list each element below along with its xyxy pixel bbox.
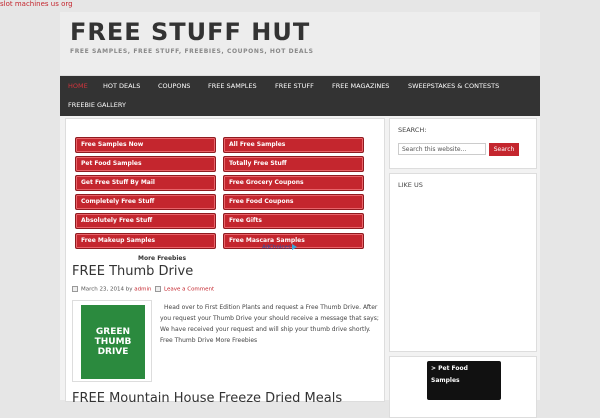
ad-link-pet-food-samples[interactable]: Pet Food Samples xyxy=(75,156,216,172)
ad-link-get-free-stuff-by-mail[interactable]: Get Free Stuff By Mail xyxy=(75,175,216,191)
ad-link-completely-free-stuff[interactable]: Completely Free Stuff xyxy=(75,194,216,210)
adchoices-label: AdChoices xyxy=(262,244,291,251)
search-widget-title: SEARCH: xyxy=(398,126,427,134)
search-input[interactable]: Search this website... xyxy=(398,143,486,155)
calendar-icon xyxy=(72,286,78,292)
top-link[interactable]: slot machines us org xyxy=(0,0,73,8)
ad-link-free-grocery-coupons[interactable]: Free Grocery Coupons xyxy=(223,175,364,191)
adchoices-badge[interactable]: AdChoices xyxy=(262,244,297,251)
post-title-2[interactable]: FREE Mountain House Freeze Dried Meals xyxy=(72,391,342,406)
nav-item-home[interactable]: HOME xyxy=(68,82,88,90)
leave-comment-link[interactable]: Leave a Comment xyxy=(164,287,214,293)
nav-item-coupons[interactable]: COUPONS xyxy=(158,82,190,90)
thumb-drive-image: GREEN THUMB DRIVE xyxy=(81,305,145,379)
search-button[interactable]: Search xyxy=(489,143,519,156)
nav-item-sweepstakes[interactable]: SWEEPSTAKES & CONTESTS xyxy=(408,82,499,90)
ad-link-free-makeup-samples[interactable]: Free Makeup Samples xyxy=(75,233,216,249)
main-nav: HOME HOT DEALS COUPONS FREE SAMPLES FREE… xyxy=(60,76,540,116)
thumb-line: GREEN xyxy=(95,327,131,337)
ad-link-absolutely-free-stuff[interactable]: Absolutely Free Stuff xyxy=(75,213,216,229)
like-us-widget: LIKE US xyxy=(389,173,537,352)
like-us-title: LIKE US xyxy=(398,181,423,189)
post-title[interactable]: FREE Thumb Drive xyxy=(72,264,193,279)
comment-icon xyxy=(155,286,161,292)
ad-link-free-samples-now[interactable]: Free Samples Now xyxy=(75,137,216,153)
search-widget: SEARCH: Search this website... Search xyxy=(389,118,537,169)
post-meta: March 23, 2014 by admin Leave a Comment xyxy=(72,286,214,293)
site-title[interactable]: FREE STUFF HUT xyxy=(70,18,310,46)
post-excerpt: Head over to First Edition Plants and re… xyxy=(160,304,379,344)
nav-item-hot-deals[interactable]: HOT DEALS xyxy=(103,82,140,90)
popup-link-pet-food-samples[interactable]: > Pet Food Samples xyxy=(431,363,497,387)
nav-item-free-magazines[interactable]: FREE MAGAZINES xyxy=(332,82,389,90)
thumb-drive-image-text: GREEN THUMB DRIVE xyxy=(81,327,145,357)
nav-item-free-samples[interactable]: FREE SAMPLES xyxy=(208,82,257,90)
adchoices-icon xyxy=(291,244,297,250)
sidebar: SEARCH: Search this website... Search LI… xyxy=(389,118,537,418)
site-tagline: FREE SAMPLES, FREE STUFF, FREEBIES, COUP… xyxy=(70,48,314,55)
floating-ad-popup[interactable]: > Pet Food Samples xyxy=(427,361,501,400)
thumb-line: THUMB xyxy=(94,337,132,347)
more-freebies-link[interactable]: More Freebies xyxy=(138,255,186,262)
post-by: by xyxy=(125,286,133,293)
thumb-line: DRIVE xyxy=(97,347,129,357)
ad-link-free-food-coupons[interactable]: Free Food Coupons xyxy=(223,194,364,210)
site-header: FREE STUFF HUT FREE SAMPLES, FREE STUFF,… xyxy=(60,12,540,76)
nav-item-freebie-gallery[interactable]: FREEBIE GALLERY xyxy=(68,101,126,109)
post-author-link[interactable]: admin xyxy=(134,287,151,293)
nav-item-free-stuff[interactable]: FREE STUFF xyxy=(275,82,314,90)
ad-link-all-free-samples[interactable]: All Free Samples xyxy=(223,137,364,153)
post-thumbnail[interactable]: GREEN THUMB DRIVE xyxy=(72,300,152,382)
ad-link-totally-free-stuff[interactable]: Totally Free Stuff xyxy=(223,156,364,172)
ad-link-free-gifts[interactable]: Free Gifts xyxy=(223,213,364,229)
post-date: March 23, 2014 xyxy=(81,286,125,293)
